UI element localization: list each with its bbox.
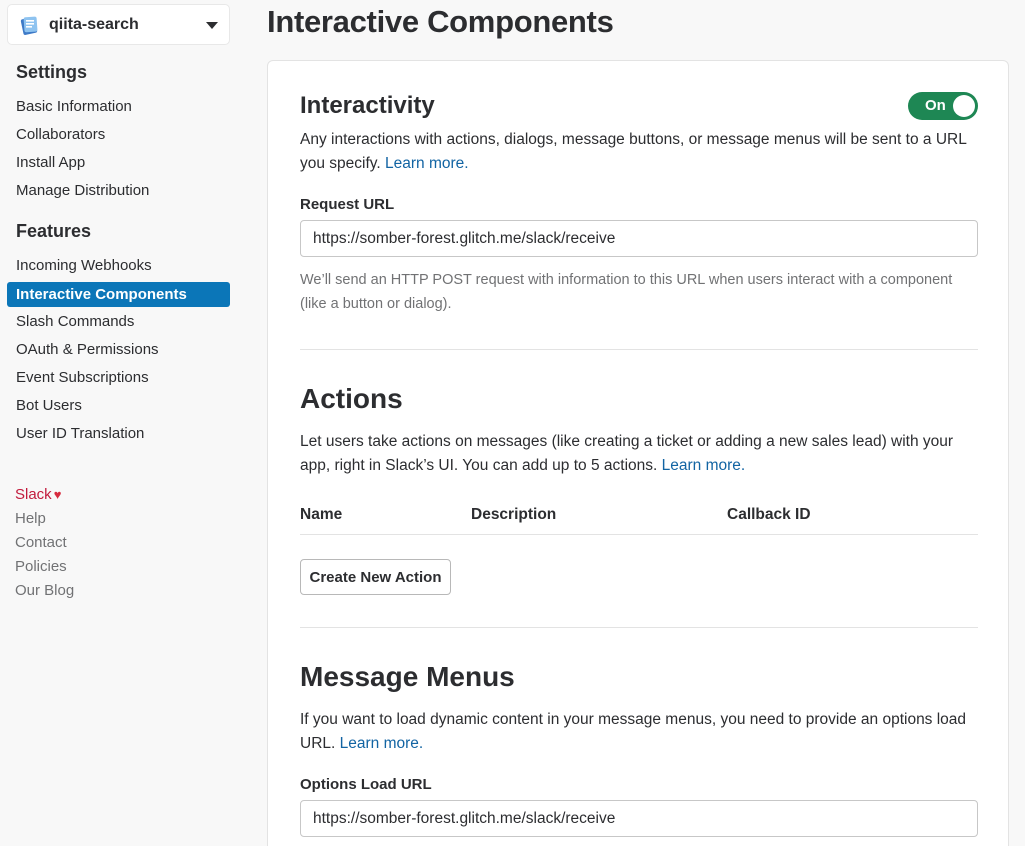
- footer-link-slack[interactable]: Slack ♥: [15, 486, 61, 503]
- toggle-knob: [953, 95, 975, 117]
- app-name: qiita-search: [49, 16, 139, 33]
- sidebar-item-interactive-components[interactable]: Interactive Components: [7, 282, 230, 307]
- features-heading: Features: [16, 221, 92, 241]
- section-divider: [300, 627, 978, 628]
- message-menus-description: If you want to load dynamic content in y…: [300, 708, 980, 756]
- actions-heading: Actions: [300, 383, 403, 414]
- interactivity-toggle[interactable]: On: [908, 92, 978, 120]
- caret-down-icon: [206, 22, 218, 29]
- column-header-callback-id: Callback ID: [727, 506, 811, 523]
- toggle-label: On: [925, 97, 946, 114]
- message-menus-heading: Message Menus: [300, 661, 515, 692]
- actions-description-text: Let users take actions on messages (like…: [300, 433, 954, 474]
- sidebar-item-event-subscriptions[interactable]: Event Subscriptions: [16, 369, 149, 386]
- options-load-url-label: Options Load URL: [300, 776, 432, 793]
- request-url-hint: We’ll send an HTTP POST request with inf…: [300, 272, 953, 312]
- app-icon: [20, 16, 38, 35]
- create-new-action-button[interactable]: Create New Action: [300, 559, 451, 595]
- section-divider: [300, 349, 978, 350]
- sidebar-item-basic-information[interactable]: Basic Information: [16, 98, 132, 115]
- sidebar-item-install-app[interactable]: Install App: [16, 154, 85, 171]
- table-header-divider: [300, 534, 978, 535]
- column-header-name: Name: [300, 506, 343, 523]
- app-switcher[interactable]: qiita-search: [7, 4, 230, 45]
- sidebar-item-incoming-webhooks[interactable]: Incoming Webhooks: [16, 257, 152, 274]
- sidebar-item-oauth-permissions[interactable]: OAuth & Permissions: [16, 341, 159, 358]
- message-menus-learn-more-link[interactable]: Learn more.: [340, 735, 424, 752]
- footer-link-contact[interactable]: Contact: [15, 534, 67, 551]
- sidebar-item-bot-users[interactable]: Bot Users: [16, 397, 82, 414]
- heart-icon: ♥: [53, 487, 62, 502]
- column-header-description: Description: [471, 506, 557, 523]
- interactivity-heading: Interactivity: [300, 92, 435, 119]
- sidebar: qiita-search Settings Basic Information …: [0, 0, 238, 846]
- request-url-input[interactable]: [300, 220, 978, 257]
- sidebar-item-collaborators[interactable]: Collaborators: [16, 126, 105, 143]
- footer-link-slack-label: Slack: [15, 486, 52, 503]
- footer-link-our-blog[interactable]: Our Blog: [15, 582, 74, 599]
- interactivity-learn-more-link[interactable]: Learn more.: [385, 155, 469, 172]
- sidebar-item-user-id-translation[interactable]: User ID Translation: [16, 425, 144, 442]
- interactivity-description: Any interactions with actions, dialogs, …: [300, 128, 980, 176]
- sidebar-item-manage-distribution[interactable]: Manage Distribution: [16, 182, 149, 199]
- options-load-url-input[interactable]: [300, 800, 978, 837]
- actions-learn-more-link[interactable]: Learn more.: [662, 457, 746, 474]
- settings-heading: Settings: [16, 62, 88, 82]
- footer-link-help[interactable]: Help: [15, 510, 46, 527]
- page-title: Interactive Components: [267, 4, 614, 39]
- actions-description: Let users take actions on messages (like…: [300, 430, 980, 478]
- sidebar-item-slash-commands[interactable]: Slash Commands: [16, 313, 134, 330]
- request-url-label: Request URL: [300, 196, 395, 213]
- footer-link-policies[interactable]: Policies: [15, 558, 67, 575]
